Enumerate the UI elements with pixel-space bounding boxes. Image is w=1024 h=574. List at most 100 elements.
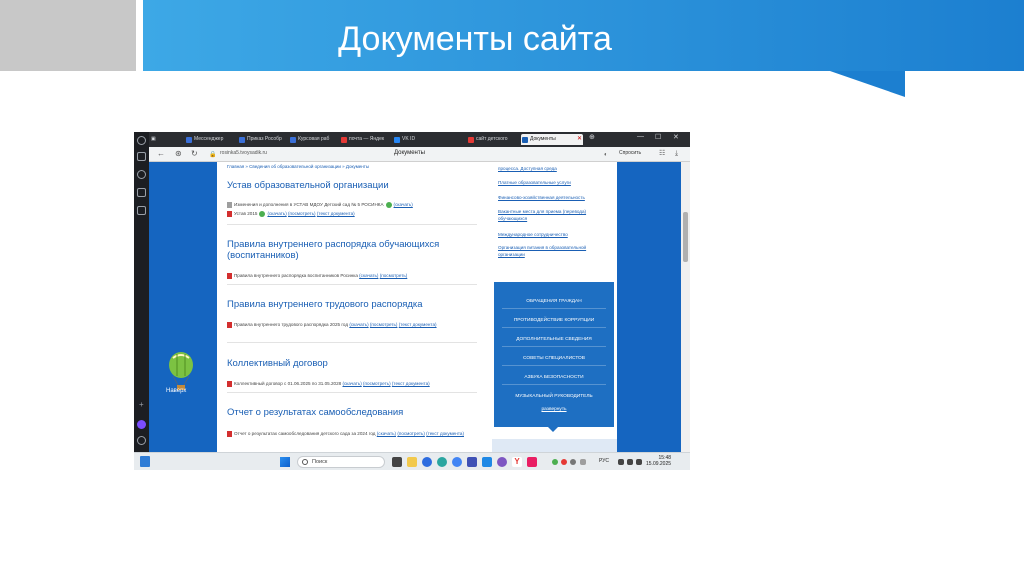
widgets-icon[interactable] — [140, 456, 150, 467]
add-panel-icon[interactable]: + — [139, 400, 144, 409]
download-link[interactable]: (скачать) — [359, 273, 378, 278]
task-view-icon[interactable] — [392, 457, 402, 467]
tray-icon[interactable] — [552, 459, 558, 465]
bookmark-icon[interactable] — [137, 188, 146, 197]
text-link[interactable]: (текст документа) — [426, 431, 464, 436]
outlook-icon[interactable] — [482, 457, 492, 467]
section-divider — [227, 224, 477, 225]
menu-item[interactable]: ПРОТИВОДЕЙСТВИЕ КОРРУПЦИИ — [502, 317, 606, 328]
back-icon[interactable]: ← — [157, 149, 165, 159]
view-link[interactable]: (посмотреть) — [380, 273, 408, 278]
menu-item[interactable]: СОВЕТЫ СПЕЦИАЛИСТОВ — [502, 355, 606, 366]
tab-documents[interactable]: Документы ✕ — [521, 134, 583, 145]
yandex-browser-icon[interactable]: Y — [512, 457, 522, 467]
menu-item[interactable]: ОБРАЩЕНИЯ ГРАЖДАН — [502, 298, 606, 309]
download-link[interactable]: (скачать) — [394, 202, 413, 207]
download-link[interactable]: (скачать) — [349, 322, 368, 327]
view-link[interactable]: (посмотреть) — [370, 322, 398, 327]
url-field[interactable]: rosinka5.tvoysadik.ru — [220, 150, 267, 156]
play-icon[interactable] — [137, 170, 146, 179]
notes-icon[interactable] — [137, 206, 146, 215]
app-icon[interactable] — [527, 457, 537, 467]
sidebar-link[interactable]: Международное сотрудничество — [498, 231, 608, 238]
download-link[interactable]: (скачать) — [377, 431, 396, 436]
scroll-top-label[interactable]: Наверх — [166, 388, 186, 394]
download-icon[interactable]: ⤓ — [675, 149, 678, 159]
expand-link[interactable]: развернуть — [494, 407, 614, 412]
app-icon[interactable] — [422, 457, 432, 467]
alice-icon[interactable] — [137, 420, 146, 429]
signature-icon — [385, 201, 392, 208]
messenger-icon — [186, 137, 192, 143]
search-placeholder: Поиск — [312, 459, 328, 465]
download-link[interactable]: (скачать) — [342, 381, 361, 386]
start-icon[interactable] — [280, 457, 290, 467]
sidebar-link[interactable]: Организация питания в образовательной ор… — [498, 244, 608, 258]
language-indicator[interactable]: РУС — [599, 458, 609, 464]
history-icon[interactable] — [137, 136, 146, 145]
close-window-icon[interactable]: ✕ — [673, 133, 679, 141]
battery-icon[interactable] — [636, 459, 642, 465]
yandex-icon — [468, 137, 474, 143]
text-link[interactable]: (текст документа) — [392, 381, 430, 386]
file-explorer-icon[interactable] — [407, 457, 417, 467]
sidebar-link[interactable]: процесса. Доступная среда — [498, 165, 608, 172]
minimize-icon[interactable]: — — [637, 133, 644, 140]
tab-messenger[interactable]: Мессенджер — [185, 134, 235, 145]
clock[interactable]: 15:48 15.09.2025 — [646, 455, 671, 467]
wifi-icon[interactable] — [618, 459, 624, 465]
maximize-icon[interactable]: ☐ — [655, 133, 661, 141]
doc-title: Отчет о результатах самообследования дет… — [234, 431, 376, 436]
page-scrollbar[interactable] — [681, 162, 690, 452]
text-link[interactable]: (текст документа) — [317, 211, 355, 216]
tab-kursovaya[interactable]: Курсовая раб — [289, 134, 337, 145]
taskbar-search[interactable]: Поиск — [297, 456, 385, 468]
tab-yandex-mail[interactable]: почта — Яндек — [340, 134, 390, 145]
text-link[interactable]: (текст документа) — [399, 322, 437, 327]
browser-sidebar-rail: + — [134, 132, 149, 452]
tab-kindergarten-site[interactable]: сайт детского — [467, 134, 519, 145]
tab-label: почта — Яндек — [349, 136, 385, 142]
protect-icon[interactable]: ⊛ — [175, 149, 182, 159]
sidebar-link[interactable]: Финансово-хозяйственная деятельность — [498, 194, 608, 201]
chrome-icon[interactable] — [452, 457, 462, 467]
pdf-icon — [227, 430, 232, 437]
tab-vkid[interactable]: VK ID — [393, 134, 441, 145]
lock-icon: 🔒 — [209, 152, 217, 158]
scrollbar-thumb[interactable] — [683, 212, 688, 262]
menu-item[interactable]: МУЗЫКАЛЬНЫЙ РУКОВОДИТЕЛЬ — [502, 393, 606, 403]
app-icon[interactable] — [467, 457, 477, 467]
tab-pin-icon[interactable]: ▣ — [151, 134, 159, 145]
sidebar-link[interactable]: Платные образовательные услуги — [498, 179, 608, 186]
tab-prikaz[interactable]: Приказ Рособр — [238, 134, 286, 145]
download-link[interactable]: (скачать) — [267, 211, 286, 216]
tray-icon[interactable] — [561, 459, 567, 465]
sidebar-link[interactable]: Вакантные места для приема (перевода) об… — [498, 208, 608, 222]
bookmarks-icon[interactable]: ☷ — [659, 149, 665, 159]
doc-line: Изменения и дополнения в УСТАВ МДОУ Детс… — [227, 201, 477, 208]
header-side-tab — [0, 0, 136, 71]
reload-icon[interactable]: ↻ — [191, 149, 198, 159]
volume-icon[interactable] — [627, 459, 633, 465]
view-link[interactable]: (посмотреть) — [363, 381, 391, 386]
app-icon[interactable] — [497, 457, 507, 467]
breadcrumb[interactable]: Главная » Сведения об образовательной ор… — [227, 164, 369, 169]
collections-icon[interactable] — [137, 152, 146, 161]
view-link[interactable]: (посмотреть) — [397, 431, 425, 436]
close-tab-icon[interactable]: ✕ — [577, 134, 582, 145]
view-link[interactable]: (посмотреть) — [288, 211, 316, 216]
settings-icon[interactable] — [137, 436, 146, 445]
section-title: Правила внутреннего трудового распорядка — [227, 299, 423, 310]
menu-item[interactable]: ДОПОЛНИТЕЛЬНЫЕ СВЕДЕНИЯ — [502, 336, 606, 347]
ask-button[interactable]: Спросить — [619, 150, 641, 156]
edge-icon[interactable] — [437, 457, 447, 467]
clock-date: 15.09.2025 — [646, 461, 672, 467]
doc-title: Правила внутреннего распорядка воспитанн… — [234, 273, 358, 278]
hot-air-balloon-icon[interactable] — [167, 352, 195, 392]
tray-icon[interactable] — [580, 459, 586, 465]
menu-item[interactable]: АЗБУКА БЕЗОПАСНОСТИ — [502, 374, 606, 385]
tray-icon[interactable] — [570, 459, 576, 465]
page-title-in-bar: Документы — [394, 150, 425, 156]
header-band-tail — [830, 71, 905, 97]
new-tab-icon[interactable]: ⊕ — [589, 133, 595, 141]
